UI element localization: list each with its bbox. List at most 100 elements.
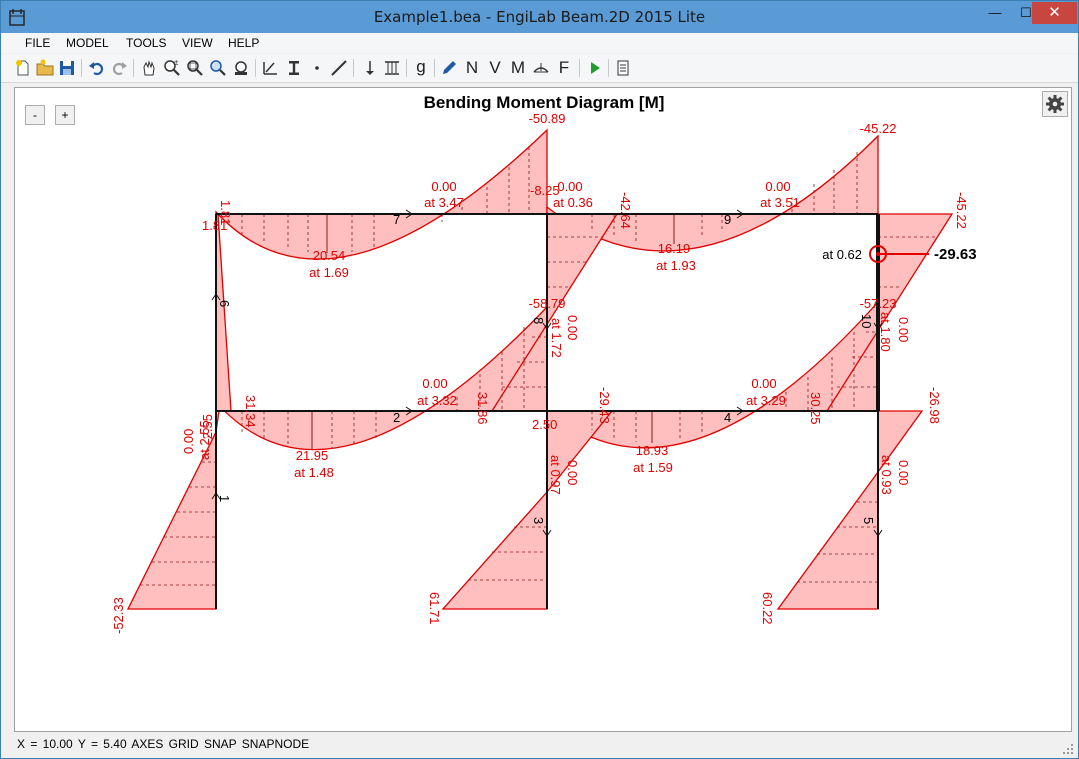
toolbar: ± g N V M F (1, 54, 1078, 83)
probe-position: at 0.62 (822, 247, 862, 262)
label-c8-zero-at: at 1.72 (549, 318, 564, 358)
label-c1-zero: 0.00 (181, 429, 196, 454)
element-7-label: 7 (393, 212, 400, 227)
moment-fill-column-5 (776, 410, 924, 610)
label-c8-bottom: 31.86 (475, 392, 490, 425)
open-icon[interactable] (35, 58, 55, 78)
forces-icon[interactable]: F (554, 58, 574, 78)
menu-file[interactable]: FILE (25, 36, 50, 50)
element-5-label: 5 (861, 517, 876, 524)
resize-grip-icon[interactable] (1062, 743, 1074, 755)
moment-fill-beam-7 (215, 128, 548, 260)
load-icon[interactable] (382, 58, 402, 78)
status-coordinates: X = 10.00 Y = 5.40 AXES GRID SNAP SNAPNO… (17, 737, 310, 751)
pan-icon[interactable] (139, 58, 159, 78)
zoom-in-out-icon[interactable]: ± (162, 58, 182, 78)
label-m2-min: 21.95 (296, 448, 329, 463)
element-4-label: 4 (724, 410, 731, 425)
svg-text:±: ± (174, 58, 179, 67)
label-m4-zero: 0.00 (751, 376, 776, 391)
label-m2-zero-at: at 3.32 (417, 393, 457, 408)
menu-bar: FILE MODEL TOOLS VIEW HELP (1, 33, 1078, 53)
node-icon[interactable] (307, 58, 327, 78)
label-m7-min-at: at 1.69 (309, 265, 349, 280)
shear-force-icon[interactable]: V (485, 58, 505, 78)
gravity-icon[interactable]: g (411, 58, 431, 78)
element-1-label: 1 (217, 495, 232, 502)
label-c3-bottom: 61.71 (427, 592, 442, 625)
pencil-icon[interactable] (439, 58, 459, 78)
new-icon[interactable] (13, 58, 33, 78)
bending-moment-icon[interactable]: M (508, 58, 528, 78)
toolbar-separator (353, 59, 354, 77)
moment-fill-beam-2 (215, 305, 548, 451)
zoom-extents-icon[interactable] (208, 58, 228, 78)
drawing-canvas[interactable]: - + Bending Moment Diagram [M] 7 9 2 4 6… (14, 87, 1072, 732)
menu-view[interactable]: VIEW (182, 36, 213, 50)
label-m9-zero1-at: at 0.36 (553, 195, 593, 210)
zoom-window-icon[interactable] (185, 58, 205, 78)
close-button[interactable]: ✕ (1032, 2, 1077, 24)
label-m2-min-at: at 1.48 (294, 465, 334, 480)
probe-value: -29.63 (934, 246, 977, 263)
bending-moment-diagram: Bending Moment Diagram [M] 7 9 2 4 6 1 8… (111, 93, 977, 634)
moment-fill-column-3 (441, 410, 614, 610)
label-c10-zero-at: at 1.80 (878, 312, 893, 352)
label-c8-zero: 0.00 (565, 315, 580, 340)
axial-force-icon[interactable]: N (462, 58, 482, 78)
label-m9-zero2-at: at 3.51 (760, 195, 800, 210)
diagram-title: Bending Moment Diagram [M] (424, 93, 665, 112)
label-c10-bottom: 30.25 (808, 392, 823, 425)
title-bar[interactable]: Example1.bea - EngiLab Beam.2D 2015 Lite… (1, 1, 1078, 33)
toolbar-separator (81, 59, 82, 77)
element-8-label: 8 (531, 317, 546, 324)
label-m9-min-at: at 1.93 (656, 258, 696, 273)
label-m2-right: -58.79 (529, 296, 566, 311)
redo-icon[interactable] (109, 58, 129, 78)
deformed-icon[interactable] (531, 58, 551, 78)
toolbar-separator (255, 59, 256, 77)
label-m4-min-at: at 1.59 (633, 460, 673, 475)
label-c10-zero: 0.00 (896, 317, 911, 342)
section-icon[interactable] (284, 58, 304, 78)
undo-icon[interactable] (87, 58, 107, 78)
support-icon[interactable] (360, 58, 380, 78)
element-3-label: 3 (531, 517, 546, 524)
zoom-previous-icon[interactable] (231, 58, 251, 78)
label-c6-bottom: 31.34 (243, 395, 258, 428)
label-c6-top: 1.81 (218, 200, 233, 225)
menu-help[interactable]: HELP (228, 36, 259, 50)
label-c1-zero-at: at 2.55 (197, 420, 212, 460)
label-c3-top: -29.43 (597, 387, 612, 424)
app-window: Example1.bea - EngiLab Beam.2D 2015 Lite… (0, 0, 1079, 759)
element-10-label: 10 (859, 314, 874, 328)
report-icon[interactable] (613, 58, 633, 78)
menu-tools[interactable]: TOOLS (126, 36, 166, 50)
label-m9-zero2: 0.00 (765, 179, 790, 194)
status-bar: X = 10.00 Y = 5.40 AXES GRID SNAP SNAPNO… (1, 734, 1078, 758)
label-m4-zero-at: at 3.29 (746, 393, 786, 408)
label-c5-top: -26.98 (927, 387, 942, 424)
element-9-label: 9 (724, 212, 731, 227)
toolbar-separator (133, 59, 134, 77)
label-m7-zero-at: at 3.47 (424, 195, 464, 210)
run-icon[interactable] (585, 58, 605, 78)
window-title: Example1.bea - EngiLab Beam.2D 2015 Lite (373, 8, 706, 26)
element-edit-icon[interactable] (261, 58, 281, 78)
element-6-label: 6 (217, 300, 232, 307)
line-icon[interactable] (329, 58, 349, 78)
save-icon[interactable] (57, 58, 77, 78)
element-2-label: 2 (393, 410, 400, 425)
label-c8-top: -42.64 (618, 192, 633, 229)
label-c1-bottom: -52.33 (111, 597, 126, 634)
moment-fill-column-6 (215, 213, 232, 412)
label-m2-zero: 0.00 (422, 376, 447, 391)
label-c5-bottom: 60.22 (760, 592, 775, 625)
toolbar-separator (579, 59, 580, 77)
label-m7-min: 20.54 (313, 248, 346, 263)
toolbar-separator (608, 59, 609, 77)
minimize-button[interactable]: — (980, 2, 1010, 24)
menu-model[interactable]: MODEL (66, 36, 109, 50)
label-m4-min: 18.93 (636, 443, 669, 458)
label-c3-zero-at: at 0.97 (548, 455, 563, 495)
